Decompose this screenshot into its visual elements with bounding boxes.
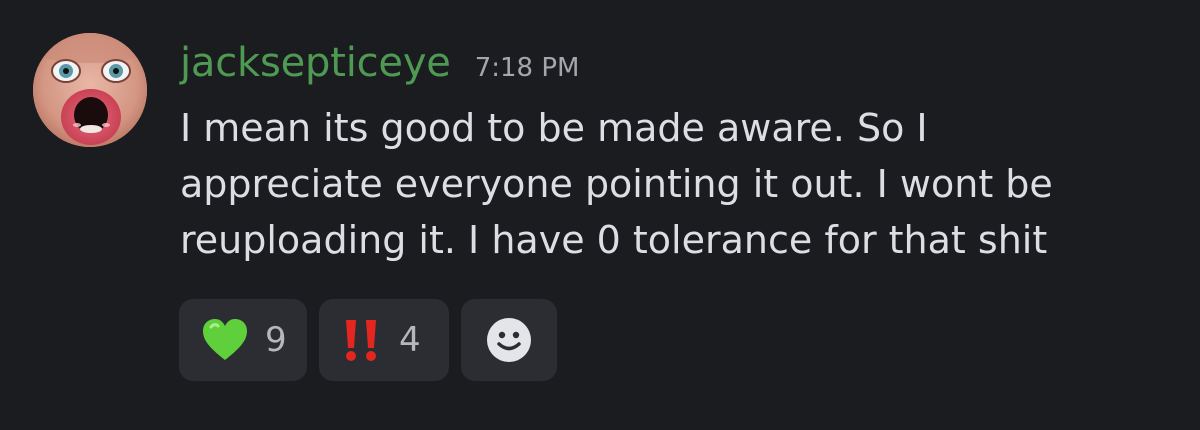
message-content: I mean its good to be made aware. So I a… <box>180 100 1170 268</box>
message-line: I mean its good to be made aware. So I <box>180 106 928 150</box>
chat-message: jacksepticeye 7:18 PM I mean its good to… <box>0 0 1200 430</box>
reaction-count: 4 <box>399 320 421 360</box>
green-heart-icon <box>201 318 249 362</box>
message-line: appreciate everyone pointing it out. I w… <box>180 162 1053 206</box>
reaction-double-exclamation[interactable]: 4 <box>319 299 449 381</box>
avatar-face-icon <box>33 33 147 147</box>
reactions-bar: 9 4 <box>179 299 557 381</box>
username[interactable]: jacksepticeye <box>180 40 451 86</box>
message-line: reuploading it. I have 0 tolerance for t… <box>180 218 1048 262</box>
add-reaction-button[interactable] <box>461 299 557 381</box>
avatar[interactable] <box>33 33 147 147</box>
timestamp: 7:18 PM <box>474 53 580 83</box>
double-exclamation-icon <box>341 318 383 362</box>
reaction-count: 9 <box>265 320 287 360</box>
reaction-green-heart[interactable]: 9 <box>179 299 307 381</box>
message-header: jacksepticeye 7:18 PM <box>180 40 579 92</box>
smiley-add-reaction-icon <box>486 317 532 363</box>
